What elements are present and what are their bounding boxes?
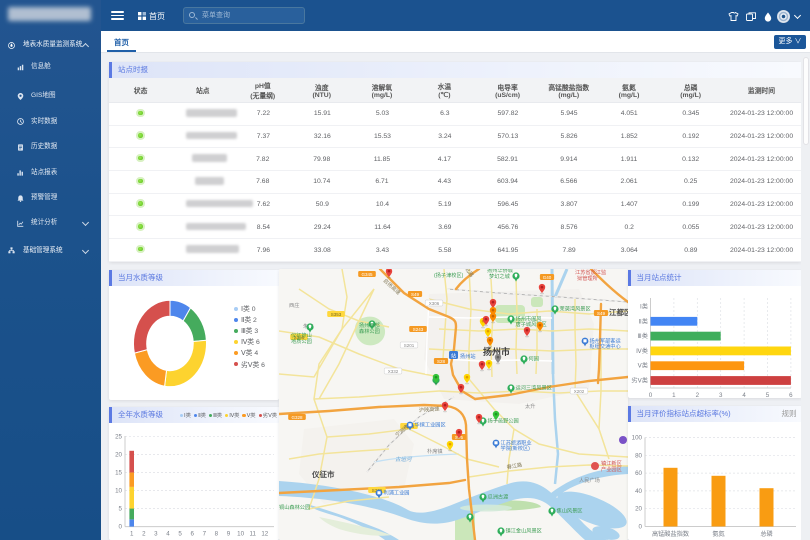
svg-text:仪征市: 仪征市	[311, 469, 335, 479]
svg-text:80: 80	[635, 452, 642, 459]
svg-text:扬州西部: 扬州西部	[359, 321, 380, 329]
svg-text:狱管理所: 狱管理所	[577, 274, 598, 282]
svg-text:利浦工业园: 利浦工业园	[384, 489, 410, 497]
svg-text:G40: G40	[543, 275, 552, 280]
svg-text:S28: S28	[437, 359, 446, 364]
svg-text:4: 4	[742, 392, 746, 399]
svg-text:2: 2	[695, 392, 699, 399]
svg-text:森林公园: 森林公园	[359, 327, 380, 335]
svg-text:梦幻之城: 梦幻之城	[489, 272, 511, 280]
svg-text:焦山风景区: 焦山风景区	[557, 507, 583, 515]
svg-text:镇江新区: 镇江新区	[601, 459, 622, 467]
svg-text:江都区: 江都区	[609, 307, 628, 317]
svg-text:10: 10	[237, 531, 244, 538]
svg-text:6: 6	[789, 392, 793, 399]
svg-text:1: 1	[130, 531, 134, 538]
svg-text:劣Ⅴ类: 劣Ⅴ类	[631, 376, 648, 384]
svg-text:5: 5	[765, 392, 769, 399]
svg-text:运河三湾风景区: 运河三湾风景区	[516, 384, 552, 392]
svg-text:11: 11	[249, 531, 256, 538]
svg-text:S353: S353	[331, 312, 342, 317]
svg-text:扬州站: 扬州站	[460, 352, 476, 360]
svg-text:20: 20	[635, 505, 642, 512]
svg-text:20: 20	[115, 451, 122, 458]
svg-text:4: 4	[166, 531, 170, 538]
svg-text:9: 9	[227, 531, 231, 538]
svg-text:3: 3	[718, 392, 722, 399]
svg-text:总磷: 总磷	[760, 530, 772, 538]
svg-text:5: 5	[178, 531, 182, 538]
svg-text:铜山森林公园: 铜山森林公园	[279, 503, 310, 511]
svg-text:60: 60	[635, 470, 642, 477]
svg-text:X306: X306	[429, 301, 440, 306]
svg-text:高锰酸盐指数: 高锰酸盐指数	[651, 530, 689, 538]
svg-text:Ⅱ类: Ⅱ类	[638, 317, 647, 325]
svg-text:S49: S49	[411, 292, 420, 297]
svg-text:江苏省邡江监: 江苏省邡江监	[575, 269, 606, 276]
svg-text:100: 100	[631, 434, 642, 441]
svg-text:古运河: 古运河	[395, 456, 413, 463]
svg-text:40: 40	[635, 487, 642, 494]
svg-text:10: 10	[115, 488, 122, 495]
svg-text:氨氮: 氨氮	[712, 530, 724, 538]
svg-text:S49: S49	[597, 311, 606, 316]
svg-text:3: 3	[154, 531, 158, 538]
svg-text:地质公园: 地质公园	[291, 337, 312, 345]
svg-text:瓜洲古渡: 瓜洲古渡	[488, 493, 509, 501]
svg-text:12: 12	[261, 531, 268, 538]
svg-text:1: 1	[672, 392, 676, 399]
svg-text:太升: 太升	[525, 402, 535, 410]
svg-text:25: 25	[115, 433, 122, 440]
svg-text:0: 0	[119, 524, 123, 531]
svg-text:学院(新校区): 学院(新校区)	[501, 444, 531, 452]
svg-text:0: 0	[638, 523, 642, 530]
svg-text:S243: S243	[413, 327, 424, 332]
svg-text:何园: 何园	[529, 355, 539, 363]
svg-text:茉萸湾风景区: 茉萸湾风景区	[560, 305, 591, 313]
svg-text:7: 7	[203, 531, 207, 538]
svg-text:Ⅲ类: Ⅲ类	[637, 332, 647, 340]
svg-text:镇江金山风景区: 镇江金山风景区	[506, 527, 542, 535]
svg-text:5: 5	[119, 506, 123, 513]
svg-text:6: 6	[190, 531, 194, 538]
svg-text:朴席镇: 朴席镇	[427, 447, 443, 455]
svg-text:X332: X332	[388, 369, 399, 374]
svg-text:枢纽交通中心: 枢纽交通中心	[590, 342, 621, 350]
svg-text:Ⅴ类: Ⅴ类	[637, 361, 647, 369]
svg-text:0: 0	[648, 392, 652, 399]
svg-text:Ⅳ类: Ⅳ类	[636, 346, 648, 354]
svg-text:S201: S201	[404, 343, 415, 348]
svg-text:G345: G345	[361, 272, 373, 277]
svg-text:产业园区: 产业园区	[601, 465, 622, 473]
svg-text:人民广场: 人民广场	[579, 476, 600, 484]
svg-text:仪征捺山: 仪征捺山	[291, 331, 312, 339]
svg-text:G328: G328	[291, 415, 303, 420]
svg-text:15: 15	[115, 469, 122, 476]
svg-text:8: 8	[215, 531, 219, 538]
svg-text:Ⅰ类: Ⅰ类	[639, 302, 647, 310]
svg-text:站: 站	[451, 353, 456, 360]
svg-text:扬子邑野公园: 扬子邑野公园	[488, 417, 519, 425]
svg-text:2: 2	[142, 531, 146, 538]
svg-text:(扬子津校区): (扬子津校区)	[434, 271, 464, 279]
svg-text:华摈工业园区: 华摈工业园区	[415, 421, 446, 429]
svg-text:X202: X202	[574, 389, 585, 394]
svg-text:西庄: 西庄	[289, 301, 299, 309]
